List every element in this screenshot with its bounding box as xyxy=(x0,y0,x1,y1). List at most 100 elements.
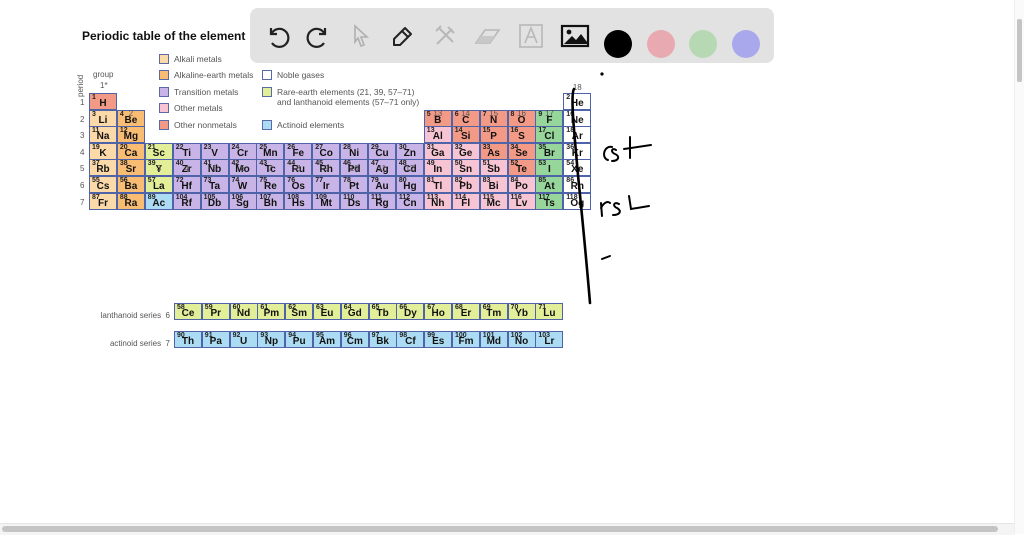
element-symbol: Rf xyxy=(181,197,192,209)
element-cell: 114 Fl xyxy=(451,192,480,210)
element-cell: 65 Tb xyxy=(368,303,397,320)
element-symbol: Mt xyxy=(320,197,333,209)
vertical-scrollbar-thumb[interactable] xyxy=(1017,19,1022,82)
element-symbol: Er xyxy=(460,308,472,319)
element-cell: 54 Xe xyxy=(563,159,592,177)
legend-swatch xyxy=(159,103,169,113)
horizontal-scrollbar-thumb[interactable] xyxy=(2,526,998,532)
element-symbol: Na xyxy=(96,131,110,143)
legend-label: Alkaline-earth metals xyxy=(174,70,254,80)
element-cell: 91 Pa xyxy=(201,331,230,348)
element-cell: 81 Tl xyxy=(423,176,452,193)
element-symbol: Co xyxy=(319,147,333,159)
element-cell: 63 Eu xyxy=(313,303,341,320)
element-cell: 74 W xyxy=(228,176,257,193)
element-symbol: Lu xyxy=(543,308,556,319)
legend-item-transition: Transition metals xyxy=(159,87,238,97)
element-symbol: Br xyxy=(543,147,555,159)
element-cell: 72 Hf xyxy=(172,176,201,193)
element-symbol: Bh xyxy=(263,197,278,209)
pen-tool-button[interactable] xyxy=(388,21,418,51)
element-symbol: Au xyxy=(375,181,389,192)
element-symbol: Li xyxy=(98,114,108,126)
pen-stroke-rs xyxy=(600,195,650,217)
element-symbol: Bk xyxy=(376,336,389,347)
element-cell: 104 Rf xyxy=(172,192,201,210)
element-symbol: Cl xyxy=(544,131,555,143)
group-label-12: 12 xyxy=(405,164,415,173)
image-tool-button[interactable] xyxy=(560,21,590,51)
element-symbol: Ni xyxy=(349,147,360,159)
redo-button[interactable] xyxy=(304,21,334,51)
element-cell: 62 Sm xyxy=(285,303,314,320)
element-cell: 75 Re xyxy=(256,176,285,193)
element-cell: 2 He xyxy=(563,93,592,110)
period-label-3: 3 xyxy=(80,131,85,141)
eraser-tool-button[interactable] xyxy=(472,21,502,51)
handwriting-annotations xyxy=(571,72,652,305)
element-cell: 86 Rn xyxy=(563,176,592,193)
element-cell: 34 Se xyxy=(507,142,536,160)
element-cell: 23 V xyxy=(200,142,229,160)
pen-stroke-dash xyxy=(601,255,611,260)
tools-icon xyxy=(435,25,455,45)
horizontal-scrollbar[interactable] xyxy=(0,523,1014,535)
element-cell: 31 Ga xyxy=(423,142,452,160)
legend-label: Actinoid elements xyxy=(277,120,345,130)
vertical-scrollbar[interactable] xyxy=(1014,0,1024,534)
group-label-16: 16 xyxy=(517,109,526,118)
element-symbol: La xyxy=(152,181,165,192)
element-symbol: Ir xyxy=(322,181,330,192)
element-cell: 117 Ts xyxy=(535,192,564,210)
color-swatch-green[interactable] xyxy=(689,30,717,58)
element-symbol: Sg xyxy=(236,197,249,209)
element-symbol: Lv xyxy=(515,197,528,209)
element-symbol: Db xyxy=(207,197,222,209)
actinoid-label-text: actinoid series xyxy=(109,339,162,348)
color-swatch-black[interactable] xyxy=(604,30,632,58)
element-symbol: Ds xyxy=(347,197,361,209)
element-cell: 30 Zn xyxy=(395,142,424,160)
element-cell: 19 K xyxy=(89,142,117,160)
element-cell: 66 Dy xyxy=(396,303,425,320)
group-label-18: 18 xyxy=(572,83,582,92)
element-cell: 116 Lv xyxy=(507,192,536,210)
element-cell: 79 Au xyxy=(368,176,396,193)
text-tool-button[interactable] xyxy=(516,21,546,51)
element-cell: 67 Ho xyxy=(424,303,453,320)
element-symbol: Ti xyxy=(182,147,192,159)
element-cell: 3 Li xyxy=(89,109,117,127)
element-cell: 58 Ce xyxy=(174,303,202,320)
select-tool-button[interactable] xyxy=(346,21,376,51)
element-cell: 113 Nh xyxy=(423,192,452,210)
legend-swatch xyxy=(262,87,272,97)
element-symbol: Tb xyxy=(376,308,389,319)
period-label-6: 6 xyxy=(80,181,85,190)
element-symbol: Ge xyxy=(459,147,473,159)
element-cell: 21 Sc xyxy=(144,142,173,160)
color-swatch-pink[interactable] xyxy=(647,30,675,58)
whiteboard-canvas[interactable]: Periodic table of the element period gro… xyxy=(0,0,1024,534)
element-cell: 36 Kr xyxy=(563,142,592,160)
element-cell: 103 Lr xyxy=(535,331,564,348)
element-cell: 88 Ra xyxy=(116,192,145,210)
period-axis-label: period xyxy=(76,74,85,97)
group-label-9: 9 xyxy=(323,164,329,173)
element-symbol: Pt xyxy=(349,181,360,192)
legend-swatch xyxy=(262,70,272,80)
element-cell: 60 Nd xyxy=(229,303,258,320)
drawing-toolbar xyxy=(250,8,774,63)
color-swatch-purple[interactable] xyxy=(732,30,760,58)
undo-icon xyxy=(269,27,290,48)
element-symbol: In xyxy=(433,164,443,176)
actinoid-period: 7 xyxy=(165,339,170,348)
lanthanoid-series-label: lanthanoid series 6 xyxy=(60,311,170,320)
group-label-7: 7 xyxy=(268,164,273,173)
undo-button[interactable] xyxy=(262,21,292,51)
element-cell: 71 Lu xyxy=(535,303,564,320)
element-cell: 51 Sb xyxy=(479,159,508,177)
shapes-tool-button[interactable] xyxy=(430,21,460,51)
element-cell: 93 Np xyxy=(257,331,286,348)
element-cell: 78 Pt xyxy=(340,176,369,193)
element-symbol: Ta xyxy=(209,181,221,192)
